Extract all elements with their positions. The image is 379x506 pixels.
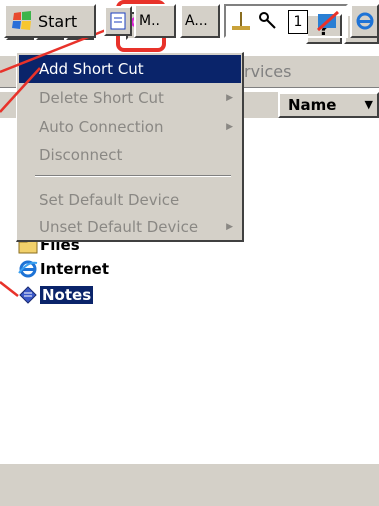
- task-label: A...: [185, 13, 208, 29]
- windows-logo-icon: [12, 11, 31, 30]
- menu-item-set-default-device[interactable]: Set Default Device: [19, 186, 241, 214]
- menu-item-label: Add Short Cut: [39, 60, 144, 78]
- menu-item-auto-connection[interactable]: Auto Connection ▶: [19, 113, 241, 141]
- menu-item-disconnect[interactable]: Disconnect: [19, 141, 241, 169]
- app-icon: [110, 12, 126, 30]
- taskbar-ie-button[interactable]: [350, 4, 379, 38]
- connection-icon[interactable]: [230, 10, 252, 32]
- column-header-name[interactable]: Name ▼: [278, 92, 379, 118]
- tab-services[interactable]: rvices: [244, 62, 291, 81]
- list-item-label: Internet: [40, 260, 110, 278]
- sort-arrow-icon: ▼: [364, 98, 373, 111]
- taskbar-task-a[interactable]: A...: [180, 4, 220, 38]
- menu-item-unset-default-device[interactable]: Unset Default Device ▶: [19, 213, 241, 241]
- list-item-internet[interactable]: Internet: [18, 258, 109, 280]
- start-button[interactable]: Start: [4, 4, 96, 38]
- submenu-arrow-icon: ▶: [226, 122, 233, 132]
- menu-item-label: Disconnect: [39, 146, 123, 164]
- task-label: M..: [139, 13, 160, 29]
- list-item-label: Notes: [40, 286, 94, 304]
- system-tray: 1: [224, 4, 348, 38]
- list-item-notes[interactable]: Notes: [18, 284, 94, 306]
- menu-item-delete-short-cut[interactable]: Delete Short Cut ▶: [19, 84, 241, 112]
- taskbar-app-button[interactable]: [104, 6, 132, 36]
- key-tray-icon[interactable]: [258, 10, 280, 32]
- submenu-arrow-icon: ▶: [226, 93, 233, 103]
- context-menu: Add Short Cut Delete Short Cut ▶ Auto Co…: [16, 52, 244, 242]
- no-connection-icon[interactable]: [316, 10, 340, 32]
- menu-item-label: Unset Default Device: [39, 218, 199, 236]
- taskbar-task-m[interactable]: M..: [134, 4, 176, 38]
- menu-item-label: Auto Connection: [39, 118, 164, 136]
- submenu-arrow-icon: ▶: [226, 222, 233, 232]
- column-header-name-label: Name: [288, 96, 337, 114]
- start-label: Start: [38, 11, 78, 31]
- menu-item-add-short-cut[interactable]: Add Short Cut: [19, 55, 241, 83]
- notes-icon: [19, 286, 37, 304]
- taskbar: [0, 462, 379, 506]
- menu-separator: [35, 175, 231, 177]
- tray-number[interactable]: 1: [288, 10, 308, 34]
- menu-item-label: Set Default Device: [39, 191, 180, 209]
- menu-item-label: Delete Short Cut: [39, 89, 164, 107]
- internet-explorer-icon: [356, 12, 374, 30]
- internet-explorer-icon: [18, 260, 38, 278]
